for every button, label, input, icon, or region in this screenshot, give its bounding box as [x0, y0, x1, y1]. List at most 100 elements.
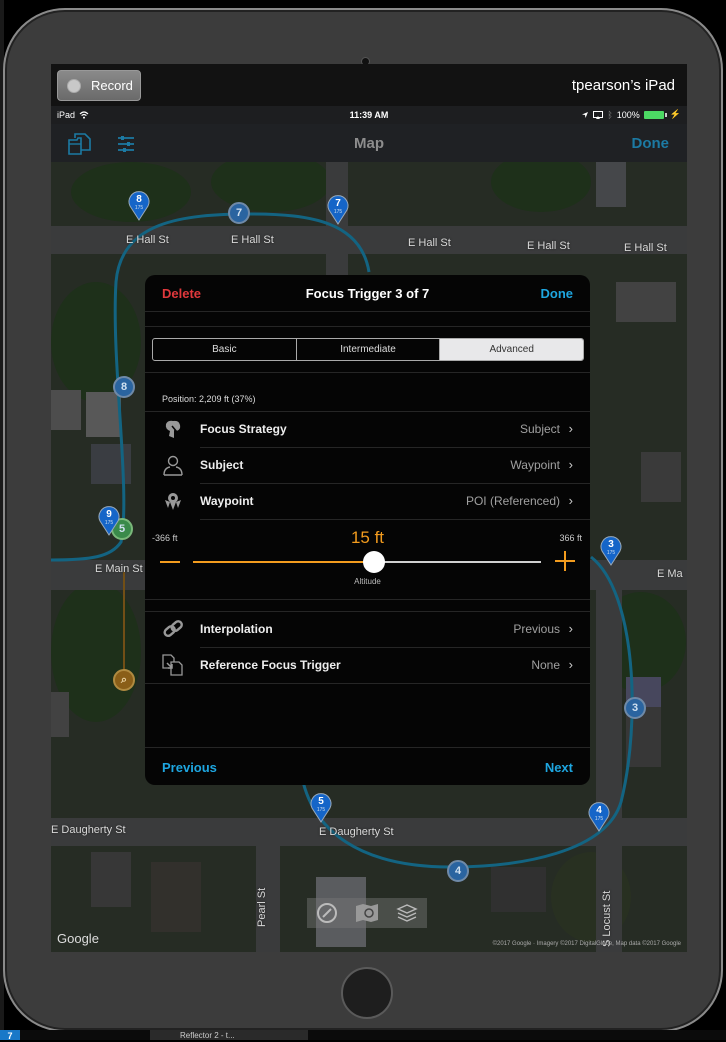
- svg-text:175: 175: [135, 205, 144, 211]
- tab-advanced[interactable]: Advanced: [440, 339, 583, 360]
- street-label: E Hall St: [408, 237, 451, 249]
- svg-text:3: 3: [608, 539, 614, 550]
- chevron-right-icon: ›: [568, 621, 573, 636]
- waypoint-pin-icon: 7175: [327, 195, 349, 225]
- waypoint-pin[interactable]: 5 175: [309, 791, 333, 823]
- panel-header: Delete Focus Trigger 3 of 7 Done: [145, 275, 590, 311]
- tab-basic[interactable]: Basic: [153, 339, 297, 360]
- focus-trigger-marker[interactable]: 3: [624, 697, 646, 719]
- home-button[interactable]: [341, 967, 393, 1019]
- waypoint-pin[interactable]: 9 175: [97, 504, 121, 536]
- svg-text:175: 175: [334, 209, 343, 215]
- street-label: E Hall St: [624, 242, 667, 254]
- airplay-icon: [593, 110, 604, 119]
- bluetooth-icon: ᛒ: [607, 109, 613, 120]
- row-waypoint[interactable]: Waypoint POI (Referenced) ›: [145, 483, 590, 519]
- google-logo: Google: [57, 931, 99, 946]
- waypoint-pin[interactable]: 8 175: [127, 189, 151, 221]
- svg-text:9: 9: [106, 509, 112, 520]
- reference-icon: [162, 654, 183, 676]
- increment-button[interactable]: [555, 551, 575, 571]
- focus-trigger-marker[interactable]: 4: [447, 860, 469, 882]
- status-bar: iPad 11:39 AM ᛒ 100% ⚡: [51, 106, 687, 124]
- focus-point-marker[interactable]: ⌕: [113, 669, 135, 691]
- waypoint-pin-icon: 9175: [98, 506, 120, 536]
- divider: [145, 599, 590, 600]
- windows-taskbar: 7 Reflector 2 - t...: [0, 1030, 726, 1041]
- tab-intermediate[interactable]: Intermediate: [297, 339, 441, 360]
- decrement-button[interactable]: [160, 561, 180, 563]
- map-search-icon[interactable]: [355, 903, 379, 923]
- compass-icon[interactable]: [316, 902, 338, 924]
- map-controls: [307, 898, 427, 928]
- ipad-frame: Record tpearson’s iPad iPad 11:39 AM ᛒ 1…: [3, 8, 723, 1032]
- row-label: Waypoint: [200, 494, 254, 508]
- waypoint-pin-icon: 3175: [600, 536, 622, 566]
- row-value: None: [531, 658, 560, 672]
- nav-done-button[interactable]: Done: [632, 135, 670, 152]
- street-label: S Locust St: [601, 890, 613, 947]
- svg-text:7: 7: [335, 198, 341, 209]
- slider-fill: [193, 561, 375, 563]
- slider-thumb[interactable]: [363, 551, 386, 573]
- waypoint-pin[interactable]: 7 175: [326, 193, 350, 225]
- focus-trigger-marker[interactable]: 8: [113, 376, 135, 398]
- slider-caption: Altitude: [354, 577, 381, 586]
- row-reference-focus-trigger[interactable]: Reference Focus Trigger None ›: [145, 647, 590, 683]
- row-focus-strategy[interactable]: Focus Strategy Subject ›: [145, 411, 590, 447]
- row-interpolation[interactable]: Interpolation Previous ›: [145, 611, 590, 647]
- panel-done-button[interactable]: Done: [541, 286, 574, 301]
- row-value: Previous: [513, 622, 560, 636]
- row-label: Reference Focus Trigger: [200, 658, 341, 672]
- previous-button[interactable]: Previous: [162, 760, 217, 775]
- taskbar-item-reflector[interactable]: Reflector 2 - t...: [150, 1030, 308, 1040]
- street-label: E Daugherty St: [51, 824, 126, 836]
- focus-trigger-panel: Delete Focus Trigger 3 of 7 Done Basic I…: [145, 275, 590, 785]
- navigation-bar: Map Done: [51, 124, 687, 162]
- position-readout: Position: 2,209 ft (37%): [162, 394, 256, 404]
- street-label: E Hall St: [527, 240, 570, 252]
- slider-max-label: 366 ft: [559, 533, 582, 543]
- map-attribution[interactable]: ©2017 Google · Imagery ©2017 DigitalGlob…: [493, 941, 681, 947]
- record-dot-icon: [67, 78, 81, 93]
- next-button[interactable]: Next: [545, 760, 573, 775]
- panel-title: Focus Trigger 3 of 7: [305, 286, 430, 301]
- ipad-screen: Record tpearson’s iPad iPad 11:39 AM ᛒ 1…: [51, 64, 687, 952]
- waypoint-pin-icon: 4175: [588, 802, 610, 832]
- svg-text:175: 175: [595, 816, 604, 822]
- svg-text:175: 175: [105, 520, 114, 526]
- focus-trigger-marker[interactable]: 7: [228, 202, 250, 224]
- svg-text:175: 175: [607, 550, 616, 556]
- row-value: Subject: [519, 422, 560, 436]
- altitude-slider[interactable]: [193, 551, 541, 573]
- waypoint-icon: [165, 493, 181, 510]
- waypoint-pin[interactable]: 4 175: [587, 800, 611, 832]
- map-view[interactable]: E Hall St E Hall St E Hall St E Hall St …: [51, 162, 687, 952]
- svg-text:8: 8: [136, 194, 142, 205]
- battery-percent: 100%: [616, 109, 640, 120]
- street-label: E Daugherty St: [319, 826, 394, 838]
- row-value: Waypoint: [510, 458, 560, 472]
- device-name: tpearson’s iPad: [571, 77, 675, 94]
- link-icon: [163, 620, 183, 638]
- waypoint-pin[interactable]: 3 175: [599, 534, 623, 566]
- person-icon: [163, 455, 183, 476]
- layers-icon[interactable]: [396, 903, 419, 923]
- start-button[interactable]: 7: [0, 1030, 20, 1041]
- street-label: Pearl St: [256, 887, 268, 927]
- waypoint-pin-icon: 5175: [310, 793, 332, 823]
- divider: [145, 372, 590, 373]
- chevron-right-icon: ›: [568, 657, 573, 672]
- row-label: Focus Strategy: [200, 422, 287, 436]
- chevron-right-icon: ›: [568, 457, 573, 472]
- street-label: E Hall St: [126, 234, 169, 246]
- svg-text:5: 5: [318, 796, 324, 807]
- battery-icon: [643, 110, 667, 119]
- divider: [200, 519, 590, 520]
- svg-text:175: 175: [317, 807, 326, 813]
- row-subject[interactable]: Subject Waypoint ›: [145, 447, 590, 483]
- record-button[interactable]: Record: [57, 70, 141, 101]
- waypoint-pin-icon: 8175: [128, 191, 150, 221]
- street-label: E Main St: [95, 563, 143, 575]
- detail-level-segmented-control: Basic Intermediate Advanced: [152, 338, 584, 361]
